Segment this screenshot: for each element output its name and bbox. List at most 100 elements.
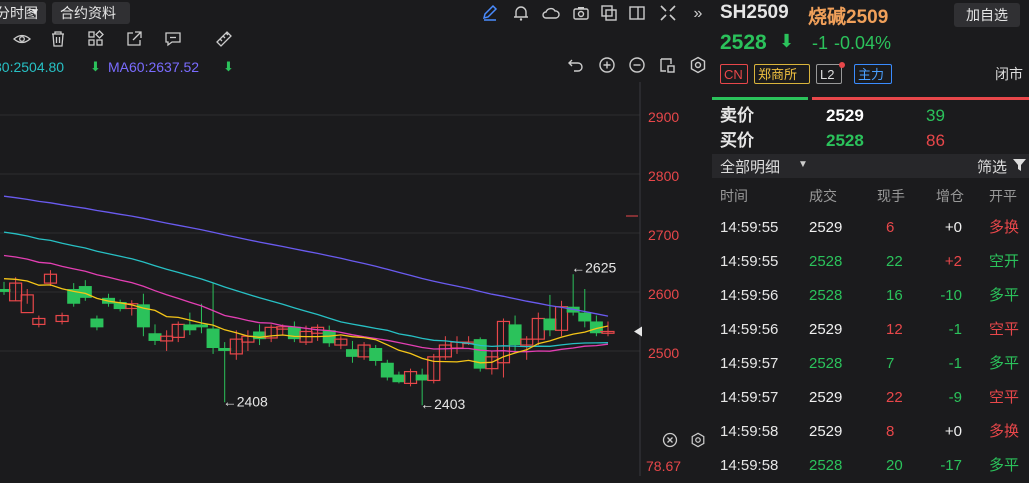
comment-icon[interactable] xyxy=(163,30,183,50)
trade-time: 14:59:55 xyxy=(720,253,779,270)
trade-type: 多平 xyxy=(989,457,1020,474)
screen-button[interactable]: 筛选 xyxy=(977,156,1007,177)
ask-volume: 39 xyxy=(926,106,945,125)
ma30-value: 30:2504.80 xyxy=(0,59,65,75)
window-icon[interactable] xyxy=(627,4,647,24)
col-volume: 现手 xyxy=(877,188,905,204)
trade-oi: -1 xyxy=(948,355,962,372)
down-arrow-icon: ⬇ xyxy=(223,59,234,74)
caret-down-icon: ▼ xyxy=(798,159,808,170)
col-type: 开平 xyxy=(989,188,1017,204)
trade-price: 2528 xyxy=(809,355,843,372)
candle-body xyxy=(380,362,394,378)
trade-row: 14:59:58 2528 20 -17 多平 xyxy=(712,449,1029,483)
price-annotation: ←2625 xyxy=(571,259,616,275)
copy-icon[interactable] xyxy=(599,4,619,24)
trade-price: 2529 xyxy=(809,219,843,236)
trade-row: 14:59:56 2528 16 -10 多平 xyxy=(712,279,1029,313)
layout-icon[interactable] xyxy=(657,56,677,76)
camera-icon[interactable] xyxy=(571,4,591,24)
trade-volume: 20 xyxy=(886,457,903,474)
trade-oi: +0 xyxy=(944,219,962,236)
quote-panel: SH2509 烧碱2509 加自选 2528 ⬇ -1 -0.04% CN 郑商… xyxy=(712,0,1029,476)
notification-dot xyxy=(839,62,845,68)
ask-row: 卖价 2529 39 xyxy=(712,104,1029,128)
settings-icon[interactable] xyxy=(688,432,708,452)
trash-icon[interactable] xyxy=(48,30,68,50)
add-watchlist-button[interactable]: 加自选 xyxy=(954,3,1020,27)
y-tick-label: 2900 xyxy=(648,109,679,125)
collapse-icon[interactable]: » xyxy=(688,4,708,24)
trade-type: 多换 xyxy=(989,423,1020,440)
col-price: 成交 xyxy=(809,188,837,204)
ruler-icon[interactable] xyxy=(214,30,234,50)
y-tick-label: 2500 xyxy=(648,345,679,361)
trade-time: 14:59:56 xyxy=(720,321,779,338)
bid-label: 买价 xyxy=(720,131,754,150)
contract-info-button[interactable]: 合约资料 xyxy=(52,2,130,24)
candle-body xyxy=(90,318,104,328)
last-price-pointer xyxy=(634,326,642,337)
zoom-in-icon[interactable] xyxy=(597,56,617,76)
trade-row: 14:59:55 2529 6 +0 多换 xyxy=(712,211,1029,245)
candle-body xyxy=(183,324,197,331)
trade-oi: +2 xyxy=(944,253,962,270)
trade-time: 14:59:57 xyxy=(720,389,779,406)
trade-price: 2528 xyxy=(809,287,843,304)
trade-time: 14:59:58 xyxy=(720,457,779,474)
pen-icon[interactable] xyxy=(480,4,500,24)
ma60-value: MA60:2637.52 xyxy=(108,59,200,75)
price-annotation: ←2408 xyxy=(223,393,268,409)
market-status: 闭市 xyxy=(995,66,1023,82)
trade-time: 14:59:57 xyxy=(720,355,779,372)
ma60-line xyxy=(3,195,609,317)
col-time: 时间 xyxy=(720,188,748,204)
level2-tag[interactable]: L2 xyxy=(816,62,845,84)
trade-type: 空开 xyxy=(989,253,1020,270)
candle-body xyxy=(345,349,359,357)
trade-row: 14:59:56 2529 12 -1 空平 xyxy=(712,313,1029,347)
zoom-out-icon[interactable] xyxy=(627,56,647,76)
cloud-icon[interactable] xyxy=(541,4,561,24)
trade-row: 14:59:57 2529 22 -9 空平 xyxy=(712,381,1029,415)
price-change: -1 xyxy=(812,33,829,53)
candle-body xyxy=(206,328,220,348)
detail-filter-dropdown[interactable]: 全部明细 xyxy=(720,156,780,177)
bid-price: 2528 xyxy=(826,131,864,150)
settings-icon[interactable] xyxy=(688,56,708,76)
bell-icon[interactable] xyxy=(511,4,531,24)
contract-name: 烧碱2509 xyxy=(808,7,889,28)
trade-type: 空平 xyxy=(989,389,1020,406)
trade-type: 空平 xyxy=(989,321,1020,338)
undo-icon[interactable] xyxy=(566,56,586,76)
trade-row: 14:59:58 2529 8 +0 多换 xyxy=(712,415,1029,449)
candle-body xyxy=(148,333,162,341)
trade-volume: 6 xyxy=(886,219,895,236)
candlestick-chart[interactable]: 2900 2800 2700 2600 2500 ←2625 ←2408 ←2403 xyxy=(0,82,712,476)
trade-type: 多平 xyxy=(989,355,1020,372)
trade-time: 14:59:58 xyxy=(720,423,779,440)
trade-volume: 7 xyxy=(886,355,895,372)
level2-label: L2 xyxy=(820,67,835,82)
trade-volume: 16 xyxy=(886,287,903,304)
candle-body xyxy=(253,331,267,340)
pattern-icon[interactable] xyxy=(86,30,106,50)
eye-icon[interactable] xyxy=(12,30,32,50)
trade-oi: -9 xyxy=(948,389,962,406)
ask-label: 卖价 xyxy=(720,106,754,125)
candle-body xyxy=(218,348,232,351)
trade-price: 2529 xyxy=(809,423,843,440)
filter-icon[interactable] xyxy=(1012,157,1027,178)
close-circle-icon[interactable] xyxy=(660,432,680,452)
candle-body xyxy=(392,374,406,383)
chart-toolbar: 分时图 ▼ 合约资料 » xyxy=(0,0,712,28)
grid-icon[interactable] xyxy=(658,4,678,24)
chart-type-dropdown[interactable]: 分时图 ▼ xyxy=(0,2,46,24)
trade-price: 2528 xyxy=(809,457,843,474)
candle-body xyxy=(508,324,522,346)
bid-volume: 86 xyxy=(926,131,945,150)
export-icon[interactable] xyxy=(124,30,144,50)
candle-body xyxy=(543,318,557,331)
trade-oi: -1 xyxy=(948,321,962,338)
last-price: 2528 xyxy=(720,31,767,54)
